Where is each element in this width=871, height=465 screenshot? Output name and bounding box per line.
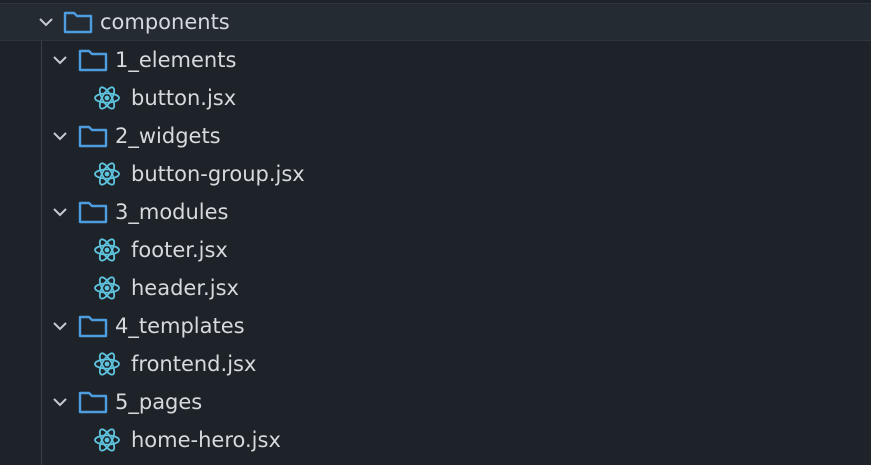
tree-label: button-group.jsx <box>131 161 305 186</box>
tree-label: 2_widgets <box>115 123 221 148</box>
tree-label: components <box>100 9 230 34</box>
tree-label: 3_modules <box>115 199 229 224</box>
tree-label: header.jsx <box>131 275 239 300</box>
tree-label: home-hero.jsx <box>131 427 281 452</box>
chevron-down-icon[interactable] <box>49 201 71 223</box>
tree-label: footer.jsx <box>131 237 228 262</box>
tree-row-folder[interactable]: 1_elements <box>0 41 871 79</box>
tree-label: frontend.jsx <box>131 351 257 376</box>
react-icon <box>93 160 121 188</box>
tree-row-file[interactable]: header.jsx <box>0 269 871 307</box>
react-icon <box>93 350 121 378</box>
tree-label: 5_pages <box>115 389 203 414</box>
tree-row-file[interactable]: frontend.jsx <box>0 345 871 383</box>
tree-label: 4_templates <box>115 313 245 338</box>
folder-icon <box>78 390 108 414</box>
folder-icon <box>78 124 108 148</box>
folder-icon <box>63 10 93 34</box>
tree-row-file[interactable]: footer.jsx <box>0 231 871 269</box>
chevron-down-icon[interactable] <box>49 315 71 337</box>
chevron-down-icon[interactable] <box>35 11 57 33</box>
react-icon <box>93 84 121 112</box>
tree-row-folder[interactable]: 4_templates <box>0 307 871 345</box>
tree-row-folder[interactable]: 5_pages <box>0 383 871 421</box>
react-icon <box>93 274 121 302</box>
chevron-down-icon[interactable] <box>49 49 71 71</box>
tree-row-folder[interactable]: 2_widgets <box>0 117 871 155</box>
folder-icon <box>78 314 108 338</box>
file-explorer: components 1_elements button.jsx 2_widgets… <box>0 0 871 465</box>
folder-icon <box>78 200 108 224</box>
react-icon <box>93 426 121 454</box>
chevron-down-icon[interactable] <box>49 125 71 147</box>
tree-label: 1_elements <box>115 47 237 72</box>
react-icon <box>93 236 121 264</box>
tree-row-file[interactable]: button-group.jsx <box>0 155 871 193</box>
chevron-down-icon[interactable] <box>49 391 71 413</box>
folder-icon <box>78 48 108 72</box>
tree-row-components[interactable]: components <box>0 3 871 41</box>
tree-row-folder[interactable]: 3_modules <box>0 193 871 231</box>
tree-row-file[interactable]: button.jsx <box>0 79 871 117</box>
tree-label: button.jsx <box>131 85 237 110</box>
tree-row-file[interactable]: home-hero.jsx <box>0 421 871 459</box>
